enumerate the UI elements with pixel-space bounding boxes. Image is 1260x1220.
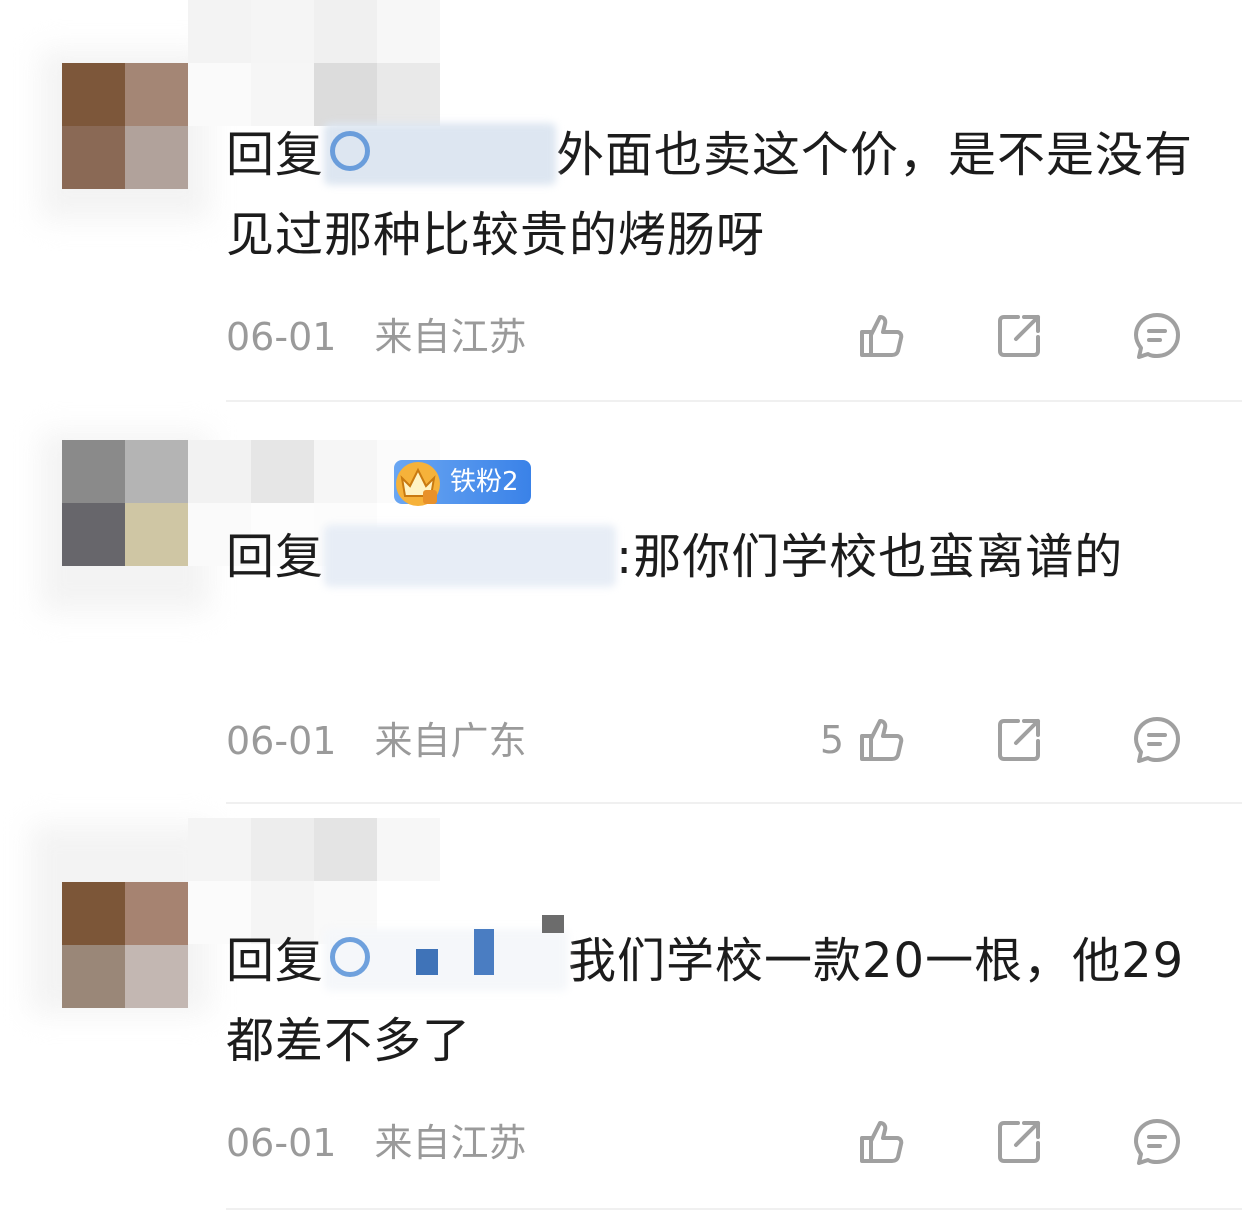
at-icon [330, 937, 371, 977]
avatar[interactable] [62, 63, 188, 189]
comment-location: 来自江苏 [374, 1121, 527, 1165]
comment-actions [804, 1112, 1184, 1172]
reply-prefix: 回复 [226, 529, 325, 585]
comment-meta: 06-01 来自广东 [226, 716, 527, 766]
mention-redacted[interactable] [324, 525, 617, 587]
comment-location: 来自广东 [374, 719, 527, 763]
comment-date: 06-01 [226, 1121, 337, 1165]
thumbs-up-icon[interactable] [854, 1115, 908, 1169]
reply-prefix: 回复 [226, 127, 325, 183]
username-mosaic[interactable] [188, 0, 440, 126]
comment-location: 来自江苏 [374, 315, 527, 359]
comment-actions [804, 306, 1184, 366]
comment-icon[interactable] [1130, 309, 1184, 363]
comment-icon[interactable] [1130, 713, 1184, 767]
crown-icon [396, 462, 440, 506]
share-icon[interactable] [992, 1115, 1046, 1169]
mention-redacted[interactable] [324, 915, 569, 991]
avatar[interactable] [62, 440, 188, 566]
at-icon [330, 131, 371, 171]
fan-badge[interactable]: 铁粉2 [394, 460, 531, 506]
badge-label: 铁粉2 [450, 467, 519, 497]
comment-text[interactable]: 回复 外面也卖这个价，是不是没有见过那种比较贵的烤肠呀 [226, 115, 1216, 275]
reply-prefix: 回复 [226, 933, 325, 989]
avatar[interactable] [62, 882, 188, 1008]
comment-text[interactable]: 回复 我们学校一款20一根，他29都差不多了 [226, 915, 1216, 1081]
share-icon[interactable] [992, 713, 1046, 767]
divider [226, 1208, 1242, 1210]
comment-meta: 06-01 来自江苏 [226, 1118, 527, 1168]
thumbs-up-icon[interactable] [854, 309, 908, 363]
comment-text[interactable]: 回复 :那你们学校也蛮离谱的 [226, 517, 1216, 597]
share-icon[interactable] [992, 309, 1046, 363]
comment-item: 回复 我们学校一款20一根，他29都差不多了 06-01 来自江苏 [0, 804, 1260, 1218]
like-count: 5 [819, 718, 844, 762]
comment-date: 06-01 [226, 315, 337, 359]
comment-item: 回复 外面也卖这个价，是不是没有见过那种比较贵的烤肠呀 06-01 来自江苏 [0, 0, 1260, 402]
thumbs-up-icon[interactable] [854, 713, 908, 767]
mention-redacted[interactable] [324, 123, 557, 185]
comment-item: 铁粉2 回复 :那你们学校也蛮离谱的 06-01 来自广东 5 [0, 402, 1260, 804]
comment-meta: 06-01 来自江苏 [226, 312, 527, 362]
comment-body: :那你们学校也蛮离谱的 [616, 529, 1124, 585]
comment-icon[interactable] [1130, 1115, 1184, 1169]
comment-date: 06-01 [226, 719, 337, 763]
comment-actions: 5 [804, 710, 1184, 770]
